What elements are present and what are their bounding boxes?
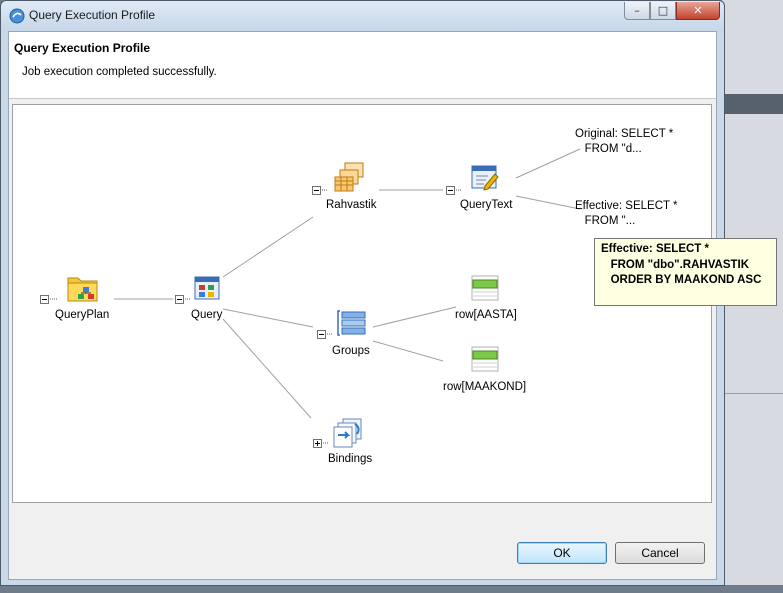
query-grid-icon[interactable] — [194, 276, 220, 300]
query-tooltip: Effective: SELECT * FROM "dbo".RAHVASTIK… — [594, 238, 777, 306]
leaf-effective-query[interactable]: Effective: SELECT * FROM "... — [575, 199, 677, 229]
node-label-rahvastik[interactable]: Rahvastik — [326, 199, 377, 211]
background-divider — [722, 393, 783, 394]
node-label-querytext[interactable]: QueryText — [460, 199, 512, 211]
minimize-button[interactable]: – — [624, 2, 650, 20]
collapse-queryplan[interactable] — [40, 295, 49, 304]
status-message: Job execution completed successfully. — [22, 66, 217, 78]
group-list-icon[interactable] — [337, 310, 367, 336]
close-button[interactable]: ✕ — [676, 2, 720, 20]
table-stack-icon[interactable] — [333, 162, 365, 192]
collapse-groups[interactable] — [317, 330, 326, 339]
edit-text-icon[interactable] — [471, 164, 501, 192]
cancel-button[interactable]: Cancel — [615, 542, 705, 564]
node-label-queryplan[interactable]: QueryPlan — [55, 309, 109, 321]
app-icon — [9, 8, 25, 24]
background-bar — [722, 94, 783, 114]
bindings-icon[interactable] — [333, 418, 365, 448]
tooltip-line-1: Effective: SELECT * — [601, 243, 709, 255]
background-strip — [722, 585, 783, 593]
tooltip-line-2: FROM "dbo".RAHVASTIK — [601, 259, 750, 271]
row-icon[interactable] — [471, 275, 499, 301]
expand-bindings[interactable] — [313, 439, 322, 448]
maximize-button[interactable]: □ — [650, 2, 676, 20]
node-label-bindings[interactable]: Bindings — [328, 453, 372, 465]
row-icon[interactable] — [471, 346, 499, 372]
node-label-query[interactable]: Query — [191, 309, 222, 321]
node-label-groups[interactable]: Groups — [332, 345, 370, 357]
ok-button[interactable]: OK — [517, 542, 607, 564]
window-title: Query Execution Profile — [29, 8, 156, 22]
leaf-original-query[interactable]: Original: SELECT * FROM "d... — [575, 127, 673, 157]
node-label-row-aasta[interactable]: row[AASTA] — [455, 309, 517, 321]
collapse-query[interactable] — [175, 295, 184, 304]
collapse-querytext[interactable] — [446, 186, 455, 195]
collapse-rahvastik[interactable] — [312, 186, 321, 195]
node-label-row-maakond[interactable]: row[MAAKOND] — [443, 381, 526, 393]
title-bar[interactable]: Query Execution Profile – □ ✕ — [1, 1, 724, 31]
tooltip-line-3: ORDER BY MAAKOND ASC — [601, 274, 762, 286]
dialog-header: Query Execution Profile Job execution co… — [9, 32, 716, 99]
caption-buttons: – □ ✕ — [624, 2, 720, 20]
dialog-title: Query Execution Profile — [14, 41, 151, 55]
folder-diagram-icon[interactable] — [67, 273, 99, 303]
